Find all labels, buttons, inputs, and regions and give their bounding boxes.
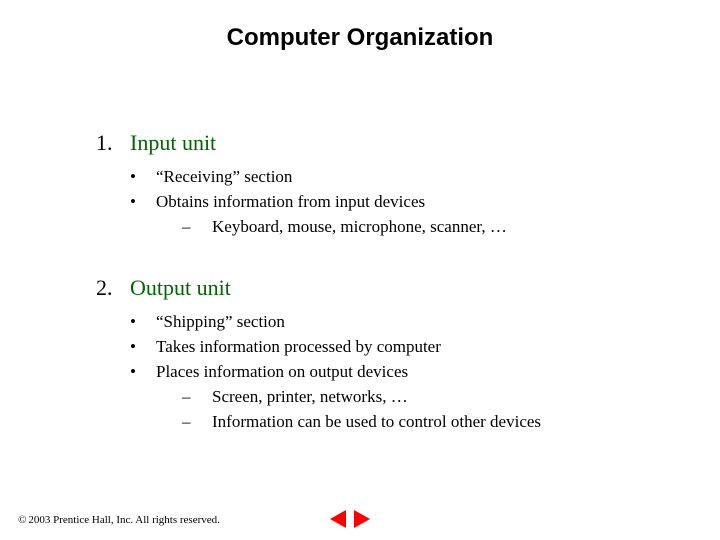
bullet-list: • “Shipping” section • Takes information… (130, 311, 660, 436)
dash-text: Information can be used to control other… (212, 411, 541, 434)
dash-list: – Keyboard, mouse, microphone, scanner, … (182, 216, 507, 239)
bullet-text: “Shipping” section (156, 311, 285, 334)
list-item-header: Input unit (96, 130, 660, 156)
bullet-text: Takes information processed by computer (156, 336, 441, 359)
bullet-marker: • (130, 361, 156, 384)
bullet-body: Places information on output devices – S… (156, 361, 541, 436)
bullet-item: • Places information on output devices –… (130, 361, 660, 436)
next-button[interactable] (354, 510, 370, 528)
bullet-list: • “Receiving” section • Obtains informat… (130, 166, 660, 241)
nav-controls (330, 510, 370, 528)
slide-title: Computer Organization (0, 24, 720, 52)
bullet-item: • “Receiving” section (130, 166, 660, 189)
bullet-marker: • (130, 166, 156, 189)
dash-marker: – (182, 411, 212, 434)
list-item-header: Output unit (96, 275, 660, 301)
dash-item: – Keyboard, mouse, microphone, scanner, … (182, 216, 507, 239)
dash-text: Keyboard, mouse, microphone, scanner, … (212, 216, 507, 239)
footer: © 2003 Prentice Hall, Inc. All rights re… (18, 514, 220, 526)
prev-button[interactable] (330, 510, 346, 528)
list-number (96, 275, 130, 301)
dash-marker: – (182, 216, 212, 239)
slide: Computer Organization Input unit • “Rece… (0, 0, 720, 540)
bullet-body: Obtains information from input devices –… (156, 191, 507, 241)
main-list: Input unit • “Receiving” section • Obtai… (96, 130, 660, 436)
bullet-marker: • (130, 311, 156, 334)
bullet-text: Places information on output devices (156, 362, 408, 381)
bullet-item: • Obtains information from input devices… (130, 191, 660, 241)
list-heading: Output unit (130, 275, 231, 301)
slide-content: Input unit • “Receiving” section • Obtai… (96, 130, 660, 470)
bullet-marker: • (130, 336, 156, 359)
dash-list: – Screen, printer, networks, … – Informa… (182, 386, 541, 434)
dash-text: Screen, printer, networks, … (212, 386, 408, 409)
bullet-text: “Receiving” section (156, 166, 292, 189)
list-heading: Input unit (130, 130, 216, 156)
list-number (96, 130, 130, 156)
bullet-item: • Takes information processed by compute… (130, 336, 660, 359)
list-item: Input unit • “Receiving” section • Obtai… (96, 130, 660, 241)
copyright-icon: © (18, 514, 26, 526)
bullet-marker: • (130, 191, 156, 214)
dash-item: – Screen, printer, networks, … (182, 386, 541, 409)
dash-marker: – (182, 386, 212, 409)
bullet-text: Obtains information from input devices (156, 192, 425, 211)
footer-text: 2003 Prentice Hall, Inc. All rights rese… (28, 514, 220, 526)
dash-item: – Information can be used to control oth… (182, 411, 541, 434)
list-item: Output unit • “Shipping” section • Takes… (96, 275, 660, 436)
bullet-item: • “Shipping” section (130, 311, 660, 334)
